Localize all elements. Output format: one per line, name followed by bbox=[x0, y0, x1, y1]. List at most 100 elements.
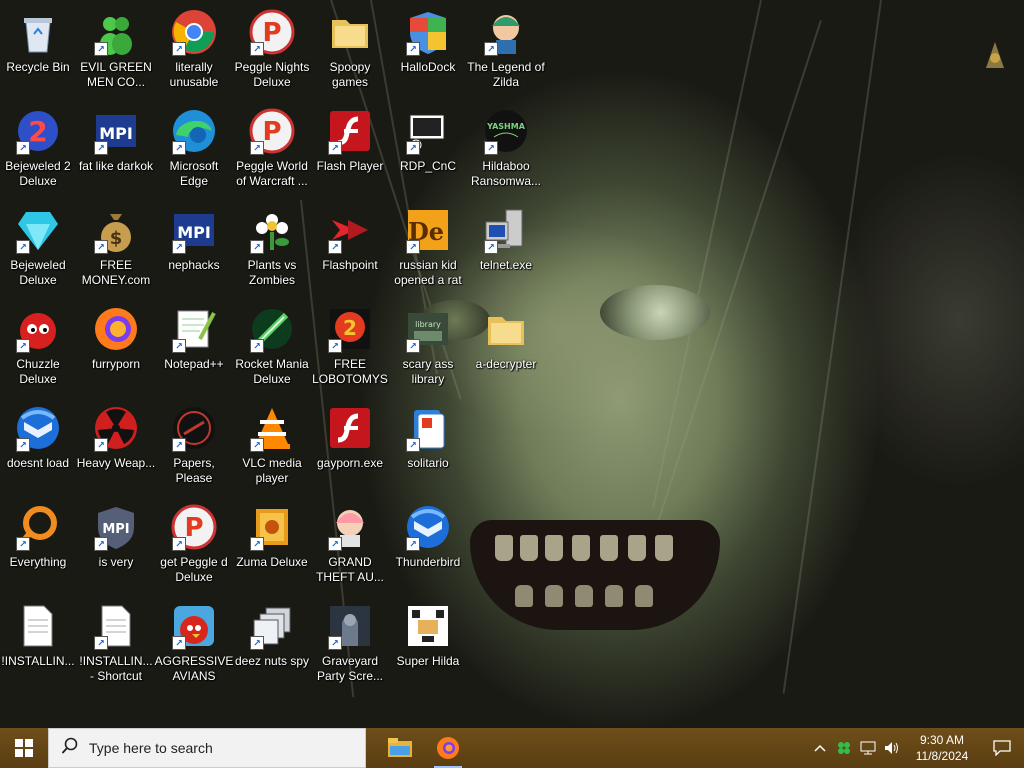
desktop-icon-thunderbird[interactable]: ↗ Thunderbird bbox=[390, 497, 466, 589]
shortcut-arrow-icon: ↗ bbox=[94, 141, 108, 155]
lobotomy-icon: 2 ↗ bbox=[326, 305, 374, 353]
desktop-icon-plants-vs-zombies[interactable]: ↗ Plants vs Zombies bbox=[234, 200, 310, 292]
desktop-icon-label: Peggle Nights Deluxe bbox=[234, 60, 310, 89]
desktop-icon-label: RDP_CnC bbox=[399, 159, 456, 173]
shortcut-arrow-icon: ↗ bbox=[250, 438, 264, 452]
desktop-icon-free-lobotomys[interactable]: 2 ↗ FREE LOBOTOMYS bbox=[312, 299, 388, 391]
desktop-icon-fat-like-darkok[interactable]: MPI ↗ fat like darkok bbox=[78, 101, 154, 193]
shortcut-arrow-icon: ↗ bbox=[328, 141, 342, 155]
svg-text:P: P bbox=[262, 18, 281, 48]
shortcut-arrow-icon: ↗ bbox=[406, 438, 420, 452]
de-icon: De ↗ bbox=[404, 206, 452, 254]
windows-logo-icon bbox=[15, 739, 33, 757]
desktop-icon-label: russian kid opened a rat bbox=[394, 258, 462, 287]
desktop-icon-rdp-cnc[interactable]: ↗ RDP_CnC bbox=[390, 101, 466, 193]
desktop-icon-papers-please[interactable]: ↗ Papers, Please bbox=[156, 398, 232, 490]
desktop-icon-label: Flashpoint bbox=[322, 258, 378, 272]
svg-text:MPI: MPI bbox=[102, 522, 129, 537]
folder-icon bbox=[482, 305, 530, 353]
desktop-icon-label: GRAND THEFT AU... bbox=[316, 555, 384, 584]
desktop-icon-deez-nuts-spy[interactable]: ↗ deez nuts spy bbox=[234, 596, 310, 688]
desktop-icon-flashpoint[interactable]: ↗ Flashpoint bbox=[312, 200, 388, 292]
desktop-icon-peggle-world[interactable]: P ↗ Peggle World of Warcraft ... bbox=[234, 101, 310, 193]
start-button[interactable] bbox=[0, 728, 48, 768]
desktop-icon-everything[interactable]: ↗ Everything bbox=[0, 497, 76, 589]
radiation-icon: ↗ bbox=[92, 404, 140, 452]
desktop-icon-literally-unusable[interactable]: ↗ literally unusable bbox=[156, 2, 232, 94]
desktop-icon-rocket-mania[interactable]: ↗ Rocket Mania Deluxe bbox=[234, 299, 310, 391]
desktop-icon-evil-green-men[interactable]: ↗ EVIL GREEN MEN CO... bbox=[78, 2, 154, 94]
desktop-icon-label: scary ass library bbox=[402, 357, 454, 386]
desktop-icon-label: Graveyard Party Scre... bbox=[316, 654, 384, 683]
desktop-icon-recycle-bin[interactable]: Recycle Bin bbox=[0, 2, 76, 94]
desktop-icon-installing-1[interactable]: !INSTALLIN... bbox=[0, 596, 76, 688]
desktop-icon-installing-2[interactable]: ↗ !INSTALLIN... - Shortcut bbox=[78, 596, 154, 688]
desktop-icon-legend-of-zilda[interactable]: ↗ The Legend of Zilda bbox=[467, 2, 545, 94]
desktop-icon-microsoft-edge[interactable]: ↗ Microsoft Edge bbox=[156, 101, 232, 193]
desktop-icon-heavy-weap[interactable]: ↗ Heavy Weap... bbox=[77, 398, 155, 490]
chevron-up-icon[interactable] bbox=[808, 728, 832, 768]
desktop-icon-label: Bejeweled 2 Deluxe bbox=[5, 159, 71, 188]
shortcut-arrow-icon: ↗ bbox=[406, 537, 420, 551]
desktop-icon-label: Notepad++ bbox=[164, 357, 224, 371]
desktop-icon-chuzzle[interactable]: ↗ Chuzzle Deluxe bbox=[0, 299, 76, 391]
desktop-icon-label: Spoopy games bbox=[329, 60, 371, 89]
desktop-icon-doesnt-load[interactable]: ↗ doesnt load bbox=[0, 398, 76, 490]
desktop-icon-furryporn[interactable]: furryporn bbox=[78, 299, 154, 391]
desktop-icon-bejeweled[interactable]: ↗ Bejeweled Deluxe bbox=[0, 200, 76, 292]
desktop-icon-peggle-nights[interactable]: P ↗ Peggle Nights Deluxe bbox=[234, 2, 310, 94]
desktop-icon-label: literally unusable bbox=[169, 60, 219, 89]
desktop-icon-graveyard-party[interactable]: ↗ Graveyard Party Scre... bbox=[312, 596, 388, 688]
graveyard-icon: ↗ bbox=[326, 602, 374, 650]
desktop-icon-hallodock[interactable]: ↗ HalloDock bbox=[390, 2, 466, 94]
desktop-icon-a-decrypter[interactable]: a-decrypter bbox=[468, 299, 544, 391]
desktop-icon-telnet[interactable]: ↗ telnet.exe bbox=[468, 200, 544, 292]
shortcut-arrow-icon: ↗ bbox=[94, 636, 108, 650]
chrome-icon: ↗ bbox=[170, 8, 218, 56]
desktop-icon-hildaboo[interactable]: YASHMA ↗ Hildaboo Ransomwa... bbox=[468, 101, 544, 193]
svg-text:P: P bbox=[184, 513, 203, 543]
desktop-icon-vlc[interactable]: ↗ VLC media player bbox=[234, 398, 310, 490]
desktop-icon-label: doesnt load bbox=[6, 456, 70, 470]
desktop-icon-notepadpp[interactable]: ↗ Notepad++ bbox=[156, 299, 232, 391]
desktop-icon-solitario[interactable]: ↗ solitario bbox=[390, 398, 466, 490]
library-icon: library ↗ bbox=[404, 305, 452, 353]
desktop-icon-bejeweled-2[interactable]: 2 ↗ Bejeweled 2 Deluxe bbox=[0, 101, 76, 193]
flash-icon: ↗ bbox=[326, 107, 374, 155]
desktop-icon-gayporn[interactable]: gayporn.exe bbox=[312, 398, 388, 490]
taskbar-search-box[interactable]: Type here to search bbox=[48, 728, 366, 768]
notification-center-button[interactable] bbox=[980, 728, 1024, 768]
desktop-icon-flash-player[interactable]: ↗ Flash Player bbox=[312, 101, 388, 193]
shortcut-arrow-icon: ↗ bbox=[172, 42, 186, 56]
search-ring-icon: ↗ bbox=[14, 503, 62, 551]
desktop-icon-free-money[interactable]: $ ↗ FREE MONEY.com bbox=[78, 200, 154, 292]
desktop-icon-label: Zuma Deluxe bbox=[236, 555, 308, 569]
desktop-icon-grand-theft[interactable]: ↗ GRAND THEFT AU... bbox=[312, 497, 388, 589]
desktop-icon-nephacks[interactable]: MPI ↗ nephacks bbox=[156, 200, 232, 292]
desktop-icon-russian-kid[interactable]: De ↗ russian kid opened a rat bbox=[390, 200, 466, 292]
desktop-icon-get-peggle[interactable]: P ↗ get Peggle d Deluxe bbox=[156, 497, 232, 589]
clover-icon[interactable] bbox=[832, 728, 856, 768]
svg-text:$: $ bbox=[110, 228, 123, 249]
desktop-icon-zuma[interactable]: ↗ Zuma Deluxe bbox=[234, 497, 310, 589]
taskbar-firefox[interactable] bbox=[424, 728, 472, 768]
desktop-icon-aggressive-avians[interactable]: ↗ AGGRESSIVE AVIANS bbox=[154, 596, 234, 688]
taskbar-file-explorer[interactable] bbox=[376, 728, 424, 768]
taskbar-clock[interactable]: 9:30 AM 11/8/2024 bbox=[910, 732, 974, 764]
desktop-icon-is-very[interactable]: MPI ↗ is very bbox=[78, 497, 154, 589]
desktop-icon-label: Peggle World of Warcraft ... bbox=[236, 159, 308, 188]
desktop-icon-spoopy-games[interactable]: Spoopy games bbox=[312, 2, 388, 94]
shortcut-arrow-icon: ↗ bbox=[406, 42, 420, 56]
recycle-bin-icon bbox=[14, 8, 62, 56]
network-icon[interactable] bbox=[856, 728, 880, 768]
peggle-icon: P ↗ bbox=[248, 8, 296, 56]
volume-icon[interactable] bbox=[880, 728, 904, 768]
desktop-icon-label: Bejeweled Deluxe bbox=[10, 258, 66, 287]
shortcut-arrow-icon: ↗ bbox=[250, 537, 264, 551]
desktop-icon-label: AGGRESSIVE AVIANS bbox=[154, 654, 234, 683]
firefox-icon bbox=[437, 737, 459, 759]
desktop-icon-label: FREE MONEY.com bbox=[81, 258, 151, 287]
desktop-icon-scary-ass-library[interactable]: library ↗ scary ass library bbox=[390, 299, 466, 391]
edge-icon: ↗ bbox=[170, 107, 218, 155]
desktop-icon-super-hilda[interactable]: Super Hilda bbox=[390, 596, 466, 688]
